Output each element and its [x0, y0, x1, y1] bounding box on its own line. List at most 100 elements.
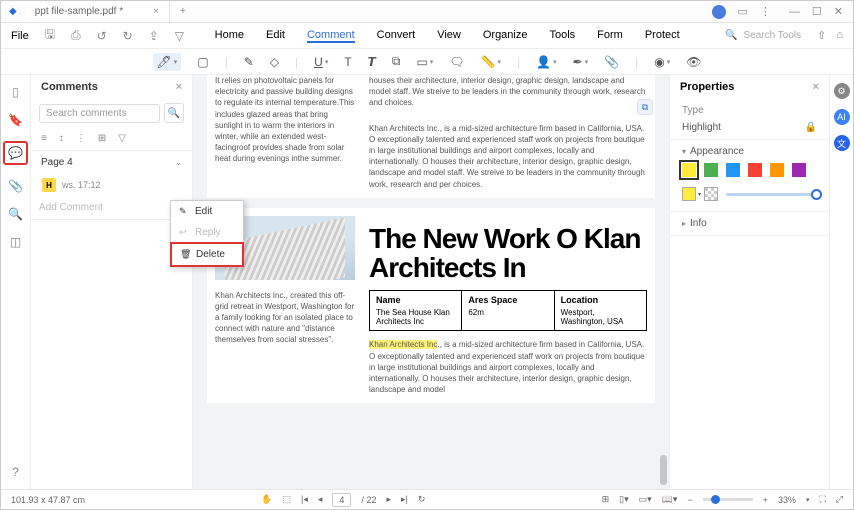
- first-page-icon[interactable]: |◂: [301, 494, 308, 505]
- last-page-icon[interactable]: ▸|: [401, 494, 408, 505]
- file-menu[interactable]: File: [11, 30, 29, 42]
- message-icon[interactable]: ▭: [738, 5, 748, 18]
- zoom-out-icon[interactable]: −: [687, 495, 692, 505]
- select-tool-icon[interactable]: ⬚: [283, 494, 292, 505]
- ai-icon[interactable]: AI: [834, 109, 850, 125]
- undo-icon[interactable]: ↺: [97, 29, 107, 43]
- thumbnails-icon[interactable]: ▯: [12, 85, 19, 99]
- fill-color-picker[interactable]: ▾: [682, 187, 696, 201]
- tab-close-icon[interactable]: ×: [153, 6, 159, 17]
- color-swatch-green[interactable]: [704, 163, 718, 177]
- zoom-slider[interactable]: [703, 498, 753, 501]
- page-input[interactable]: 4: [332, 493, 351, 507]
- color-swatch-orange[interactable]: [770, 163, 784, 177]
- attachment-tool[interactable]: 📎: [604, 55, 619, 69]
- close-window-button[interactable]: ✕: [834, 5, 843, 18]
- highlight-annotation[interactable]: Khan Architects Inc: [369, 340, 437, 349]
- options-icon[interactable]: ⋮: [76, 133, 86, 144]
- menu-home[interactable]: Home: [215, 29, 244, 43]
- menu-organize[interactable]: Organize: [483, 29, 528, 43]
- close-panel-icon[interactable]: ×: [176, 81, 182, 93]
- color-swatch-red[interactable]: [748, 163, 762, 177]
- underline-tool[interactable]: U▾: [314, 55, 328, 69]
- show-comments-tool[interactable]: 👁: [686, 55, 701, 69]
- area-highlight-tool[interactable]: ▢: [197, 55, 208, 69]
- menu-form[interactable]: Form: [597, 29, 623, 43]
- search-tools-input[interactable]: Search Tools: [743, 30, 801, 41]
- pencil-tool[interactable]: ✎: [244, 55, 254, 69]
- highlighter-tool[interactable]: 🖊▾: [153, 53, 182, 71]
- hide-comments-tool[interactable]: ◉▾: [654, 55, 670, 69]
- slider-knob[interactable]: [811, 189, 822, 200]
- document-tab[interactable]: ppt file-sample.pdf * ×: [25, 1, 170, 22]
- single-page-icon[interactable]: ▯▾: [619, 494, 628, 505]
- filter-a-icon[interactable]: ⊞: [98, 133, 106, 144]
- translate-icon[interactable]: 文: [834, 135, 850, 151]
- home-icon[interactable]: ⌂: [836, 29, 843, 42]
- text-tool[interactable]: T: [344, 55, 351, 69]
- fullscreen-icon[interactable]: ⤢: [836, 494, 843, 505]
- save-icon[interactable]: 🖫: [45, 25, 55, 46]
- scrollbar-thumb[interactable]: [660, 455, 667, 485]
- menu-edit[interactable]: Edit: [266, 29, 285, 43]
- close-properties-icon[interactable]: ×: [813, 81, 819, 93]
- add-comment-input[interactable]: Add Comment: [31, 196, 192, 220]
- fit-width-icon[interactable]: ⛶: [819, 494, 825, 505]
- hand-tool-icon[interactable]: ✋: [261, 494, 272, 505]
- continuous-icon[interactable]: ▭▾: [639, 494, 652, 505]
- help-icon[interactable]: ?: [12, 465, 19, 479]
- upload-icon[interactable]: ⇪: [149, 29, 159, 43]
- chevron-down-icon[interactable]: ▾: [682, 147, 686, 156]
- textbox-tool[interactable]: 𝙏: [368, 55, 376, 69]
- search-rail-icon[interactable]: 🔍: [8, 207, 23, 221]
- prev-page-icon[interactable]: ◂: [318, 494, 323, 505]
- print-icon[interactable]: ⎙: [71, 28, 81, 43]
- document-viewport[interactable]: It relies on photovoltaic panels for ele…: [193, 75, 669, 489]
- opacity-slider[interactable]: [726, 193, 817, 196]
- next-page-icon[interactable]: ▸: [386, 494, 391, 505]
- menu-convert[interactable]: Convert: [377, 29, 416, 43]
- measure-tool[interactable]: 📏▾: [481, 55, 501, 69]
- search-comments-button[interactable]: 🔍: [164, 103, 184, 123]
- stamp-tool[interactable]: 👤▾: [536, 55, 556, 69]
- user-avatar[interactable]: [712, 5, 726, 19]
- ctx-delete[interactable]: 🗑 Delete: [170, 242, 244, 267]
- shape-tool[interactable]: ▭▾: [416, 55, 433, 69]
- signature-tool[interactable]: ✒▾: [573, 55, 589, 69]
- minimize-button[interactable]: —: [789, 6, 800, 18]
- ctx-edit[interactable]: ✎ Edit: [171, 201, 243, 222]
- zoom-value[interactable]: 33%: [778, 495, 796, 505]
- chevron-right-icon[interactable]: ▸: [682, 219, 686, 228]
- bookmark-icon[interactable]: ▽: [175, 29, 184, 43]
- copy-badge-icon[interactable]: ⧉: [637, 99, 653, 115]
- menu-tools[interactable]: Tools: [549, 29, 575, 43]
- vertical-scrollbar[interactable]: [659, 75, 667, 489]
- callout-tool[interactable]: ⧉: [392, 54, 401, 69]
- zoom-in-icon[interactable]: +: [763, 495, 768, 505]
- zoom-knob[interactable]: [711, 495, 720, 504]
- fit-page-icon[interactable]: ⊞: [602, 494, 610, 505]
- comment-item[interactable]: H ws. 17:12: [31, 174, 192, 196]
- filter-b-icon[interactable]: ▽: [118, 133, 126, 144]
- rotate-icon[interactable]: ↻: [418, 494, 426, 505]
- new-tab-button[interactable]: +: [170, 6, 196, 17]
- share-icon[interactable]: ⇧: [817, 29, 826, 42]
- note-tool[interactable]: 🗨: [449, 55, 464, 69]
- reading-mode-icon[interactable]: 📖▾: [662, 494, 678, 505]
- redo-icon[interactable]: ↻: [123, 29, 133, 43]
- menu-comment[interactable]: Comment: [307, 29, 355, 43]
- layers-rail-icon[interactable]: ◫: [10, 235, 21, 249]
- opacity-pattern-icon[interactable]: [704, 187, 718, 201]
- eraser-tool[interactable]: ◇: [270, 55, 279, 69]
- search-comments-input[interactable]: Search comments: [39, 104, 160, 123]
- page-section-header[interactable]: Page 4 ⌄: [31, 150, 192, 174]
- sort-icon[interactable]: ↕: [59, 133, 64, 144]
- menu-view[interactable]: View: [437, 29, 461, 43]
- comments-rail-icon[interactable]: 💬: [3, 141, 28, 165]
- maximize-button[interactable]: ☐: [812, 5, 822, 18]
- color-swatch-blue[interactable]: [726, 163, 740, 177]
- color-swatch-purple[interactable]: [792, 163, 806, 177]
- settings-icon[interactable]: ⚙: [834, 83, 850, 99]
- attachments-rail-icon[interactable]: 📎: [8, 179, 23, 193]
- color-swatch-yellow[interactable]: [682, 163, 696, 177]
